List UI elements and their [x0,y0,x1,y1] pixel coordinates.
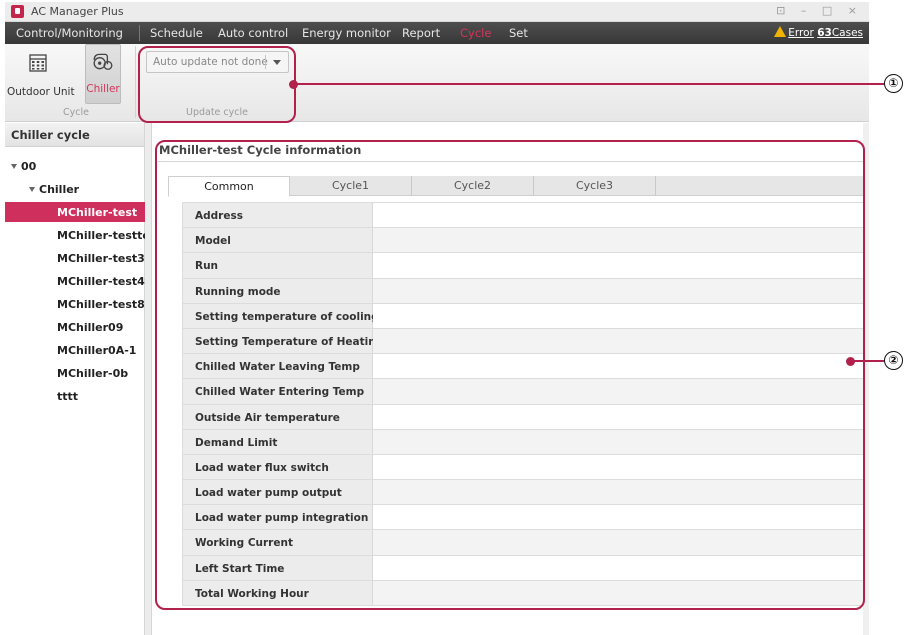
tree-node-chiller[interactable]: Chiller [29,179,141,199]
title-bar: AC Manager Plus ⊡ – □ × [5,2,869,22]
callout-line-2 [853,360,884,362]
menu-control-monitoring[interactable]: Control/Monitoring [16,26,123,40]
error-status-link[interactable]: Error 63Cases [774,26,863,39]
error-unit: Cases [831,27,863,39]
menu-schedule[interactable]: Schedule [150,26,203,40]
app-logo-icon [11,5,24,18]
app-title: AC Manager Plus [31,5,124,18]
expand-arrow-icon[interactable] [11,164,17,169]
callout-number-2: ② [884,351,903,370]
menu-separator [139,25,140,41]
tree-node-mchiller-test8[interactable]: MChiller-test8 [57,294,145,314]
tree-node-mchiller-test3[interactable]: MChiller-test3 [57,248,145,268]
outdoor-unit-label: Outdoor Unit [7,86,75,98]
tree-node-label: 00 [21,160,37,173]
error-count: 63 [817,27,832,39]
tree-node-00[interactable]: 00 [11,156,141,176]
window-controls[interactable]: ⊡ – □ × [776,4,863,17]
menu-report[interactable]: Report [402,26,440,40]
outdoor-unit-icon [29,54,47,72]
callout-box-2 [155,140,865,610]
tree-node-label: Chiller [39,183,80,196]
tree-node-mchiller-test[interactable]: MChiller-test [5,202,145,222]
tree-node-tttt[interactable]: tttt [57,386,145,406]
expand-arrow-icon[interactable] [29,187,35,192]
chiller-label: Chiller [86,83,120,95]
error-label: Error [788,27,814,39]
menu-energy-monitor[interactable]: Energy monitor [302,26,391,40]
tree-node-mchiller0a-1[interactable]: MChiller0A-1 [57,340,145,360]
sidebar-title: Chiller cycle [5,123,144,147]
app-window: AC Manager Plus ⊡ – □ × Control/Monitori… [0,0,909,635]
callout-number-1: ① [884,74,903,93]
callout-box-1 [138,46,296,123]
menu-cycle[interactable]: Cycle [460,26,491,40]
menu-bar: Control/Monitoring Schedule Auto control… [5,22,869,44]
chiller-button[interactable]: Chiller [85,44,121,104]
tree-node-mchiller-test4test[interactable]: MChiller-test4test [57,271,145,291]
tree-node-mchiller-0b[interactable]: MChiller-0b [57,363,145,383]
menu-set[interactable]: Set [509,26,528,40]
chiller-icon [93,53,113,70]
pane-splitter[interactable] [145,123,152,635]
warning-icon [774,26,787,37]
menu-auto-control[interactable]: Auto control [218,26,288,40]
sidebar: Chiller cycle 00 Chiller MChiller-test M… [5,123,145,635]
tree-node-mchiller09[interactable]: MChiller09 [57,317,145,337]
ribbon-group-cycle-label: Cycle [63,107,89,118]
callout-line-1 [296,83,884,85]
ribbon-divider [135,46,136,118]
outdoor-unit-button[interactable]: Outdoor Unit [7,46,75,104]
tree-node-mchiller-testtest[interactable]: MChiller-testtest [57,225,145,245]
